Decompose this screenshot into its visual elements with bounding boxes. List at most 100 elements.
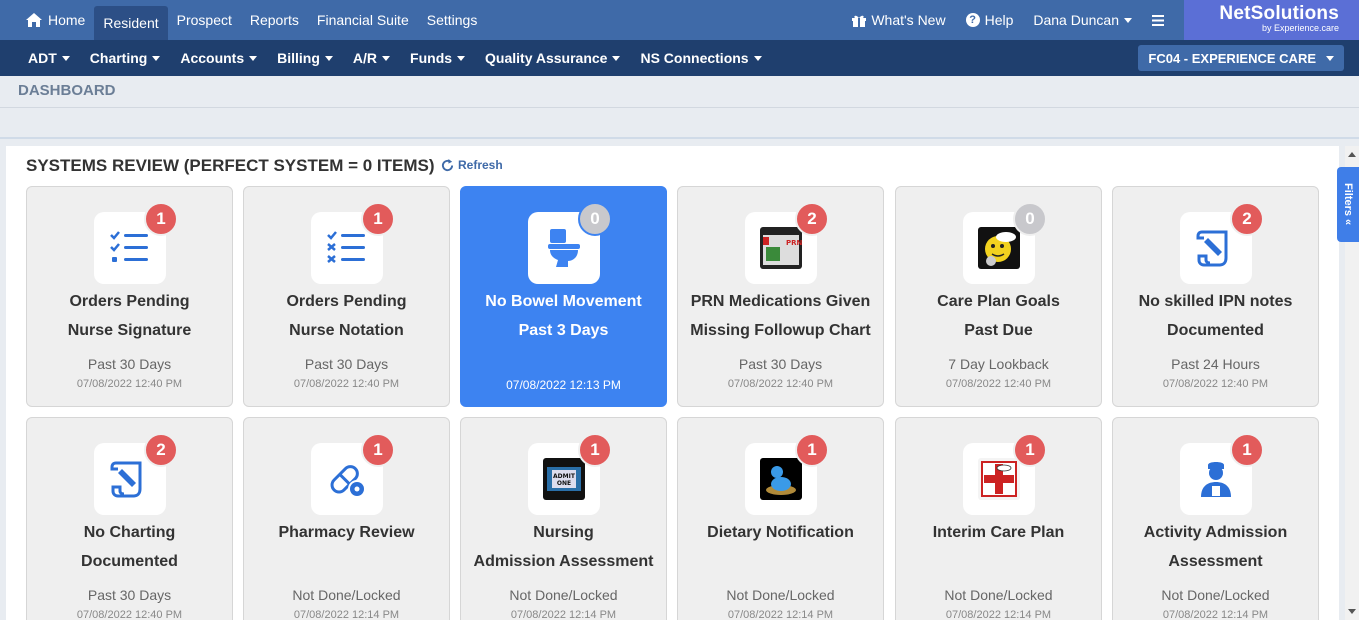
card-period: Not Done/Locked [1161,587,1270,603]
nurse-person-icon [1201,462,1231,497]
nav-resident[interactable]: Resident [94,6,168,40]
gift-icon [852,15,867,27]
nursing-care-plan-image [978,458,1020,500]
scroll-up-icon[interactable] [1348,152,1356,157]
chevron-down-icon [324,55,333,61]
nav-home-label: Home [48,12,86,28]
page-title: DASHBOARD [18,82,116,99]
card-period: Past 30 Days [87,587,172,603]
card-no-bowel-movement[interactable]: 0 No Bowel Movement Past 3 Days 07/08/20… [460,186,667,407]
card-period: Past 30 Days [87,356,172,372]
subnav-billing[interactable]: Billing [267,50,343,66]
card-timestamp: 07/08/2022 12:14 PM [510,609,617,620]
card-no-skilled-ipn[interactable]: 2 No skilled IPN notes Documented Past 2… [1112,186,1319,407]
card-timestamp: 07/08/2022 12:40 PM [727,378,834,390]
card-pharmacy-review[interactable]: 1 Pharmacy Review Not Done/Locked 07/08/… [243,417,450,620]
help-label: Help [984,12,1014,28]
count-badge: 2 [144,433,178,467]
help-link[interactable]: ? Help [956,12,1024,28]
user-menu[interactable]: Dana Duncan [1023,12,1142,28]
chevron-down-icon [382,55,391,61]
card-title: Care Plan Goals [937,293,1060,310]
smiley-clock-image [978,227,1020,269]
card-timestamp: 07/08/2022 12:14 PM [1162,609,1269,620]
card-title: Orders Pending [69,293,190,310]
count-badge: 1 [144,202,178,236]
card-timestamp: 07/08/2022 12:40 PM [1162,378,1269,390]
card-period: Past 30 Days [738,356,823,372]
subnav-quality-assurance[interactable]: Quality Assurance [475,50,630,66]
card-timestamp: 07/08/2022 12:40 PM [76,378,183,390]
card-period: Past 30 Days [304,356,389,372]
subnav-charting[interactable]: Charting [80,50,171,66]
card-timestamp: 07/08/2022 12:40 PM [76,609,183,620]
subnav-accounts-label: Accounts [180,50,245,66]
card-title: Orders Pending [286,293,407,310]
card-activity-admission[interactable]: 1 Activity Admission Assessment Not Done… [1112,417,1319,620]
card-timestamp: 07/08/2022 12:13 PM [506,378,621,392]
nav-home[interactable]: Home [17,0,94,40]
brand-logo: NetSolutions by Experience.care [1184,0,1359,40]
subnav-adt[interactable]: ADT [18,50,80,66]
card-period: Not Done/Locked [944,587,1053,603]
card-nursing-admission[interactable]: ADMIT ONE 1 Nursing Admission Assessment… [460,417,667,620]
card-title: No skilled IPN notes [1138,293,1293,310]
refresh-icon [441,158,454,171]
card-timestamp: 07/08/2022 12:14 PM [727,609,834,620]
card-period: Not Done/Locked [292,587,401,603]
refresh-button[interactable]: Refresh [441,158,503,172]
prn-image: PRN [760,227,802,269]
brand-by: by Experience.care [1261,23,1339,33]
card-interim-care-plan[interactable]: 1 Interim Care Plan Not Done/Locked 07/0… [895,417,1102,620]
card-dietary-notification[interactable]: 1 Dietary Notification Not Done/Locked 0… [677,417,884,620]
facility-select[interactable]: FC04 - EXPERIENCE CARE [1138,45,1344,71]
whats-new-label: What's New [871,12,946,28]
pill-gear-icon [330,465,366,498]
filters-tab[interactable]: Filters « [1337,167,1359,242]
card-care-plan-goals[interactable]: 0 Care Plan Goals Past Due 7 Day Lookbac… [895,186,1102,407]
subnav-ar[interactable]: A/R [343,50,400,66]
card-no-charting[interactable]: 2 No Charting Documented Past 30 Days 07… [26,417,233,620]
facility-label: FC04 - EXPERIENCE CARE [1148,50,1316,66]
count-badge: 0 [1013,202,1047,236]
card-title: Assessment [1168,553,1263,570]
subnav-billing-label: Billing [277,50,320,66]
card-prn-medications[interactable]: PRN 2 PRN Medications Given Missing Foll… [677,186,884,407]
whats-new-link[interactable]: What's New [842,12,955,28]
hamburger-menu[interactable] [1142,14,1184,26]
home-icon [26,13,42,27]
nav-settings[interactable]: Settings [418,0,487,40]
filters-label: Filters [1342,183,1354,217]
card-title: Documented [81,553,178,570]
brand-name: NetSolutions [1219,3,1339,24]
card-timestamp: 07/08/2022 12:14 PM [293,609,400,620]
subnav-accounts[interactable]: Accounts [170,50,267,66]
subnav-ar-label: A/R [352,50,378,66]
scroll-pen-icon [110,461,142,498]
subnav-ns-connections[interactable]: NS Connections [630,50,771,66]
count-badge: 2 [1230,202,1264,236]
card-orders-pending-notation[interactable]: 1 Orders Pending Nurse Notation Past 30 … [243,186,450,407]
nav-reports[interactable]: Reports [241,0,308,40]
chevron-down-icon [1124,17,1132,23]
scroll-down-icon[interactable] [1348,609,1356,614]
count-badge: 2 [795,202,829,236]
card-title: Missing Followup Chart [690,322,871,339]
svg-text:PRN: PRN [786,239,802,247]
card-title: Interim Care Plan [932,524,1065,541]
count-badge: 1 [361,202,395,236]
nav-financial-suite[interactable]: Financial Suite [308,0,418,40]
card-orders-pending-signature[interactable]: 1 Orders Pending Nurse Signature Past 30… [26,186,233,407]
person-globe-image [760,458,802,500]
card-title: Past 3 Days [518,322,609,339]
subnav-funds[interactable]: Funds [400,50,475,66]
hamburger-icon [1152,14,1164,26]
chevron-down-icon [753,55,762,61]
admit-ticket-image: ADMIT ONE [543,458,585,500]
chevron-down-icon [612,55,621,61]
card-timestamp: 07/08/2022 12:40 PM [945,378,1052,390]
card-title: No Bowel Movement [485,293,642,310]
chevron-down-icon [152,55,161,61]
module-nav: ADT Charting Accounts Billing A/R Funds … [0,40,1359,76]
nav-prospect[interactable]: Prospect [168,0,241,40]
